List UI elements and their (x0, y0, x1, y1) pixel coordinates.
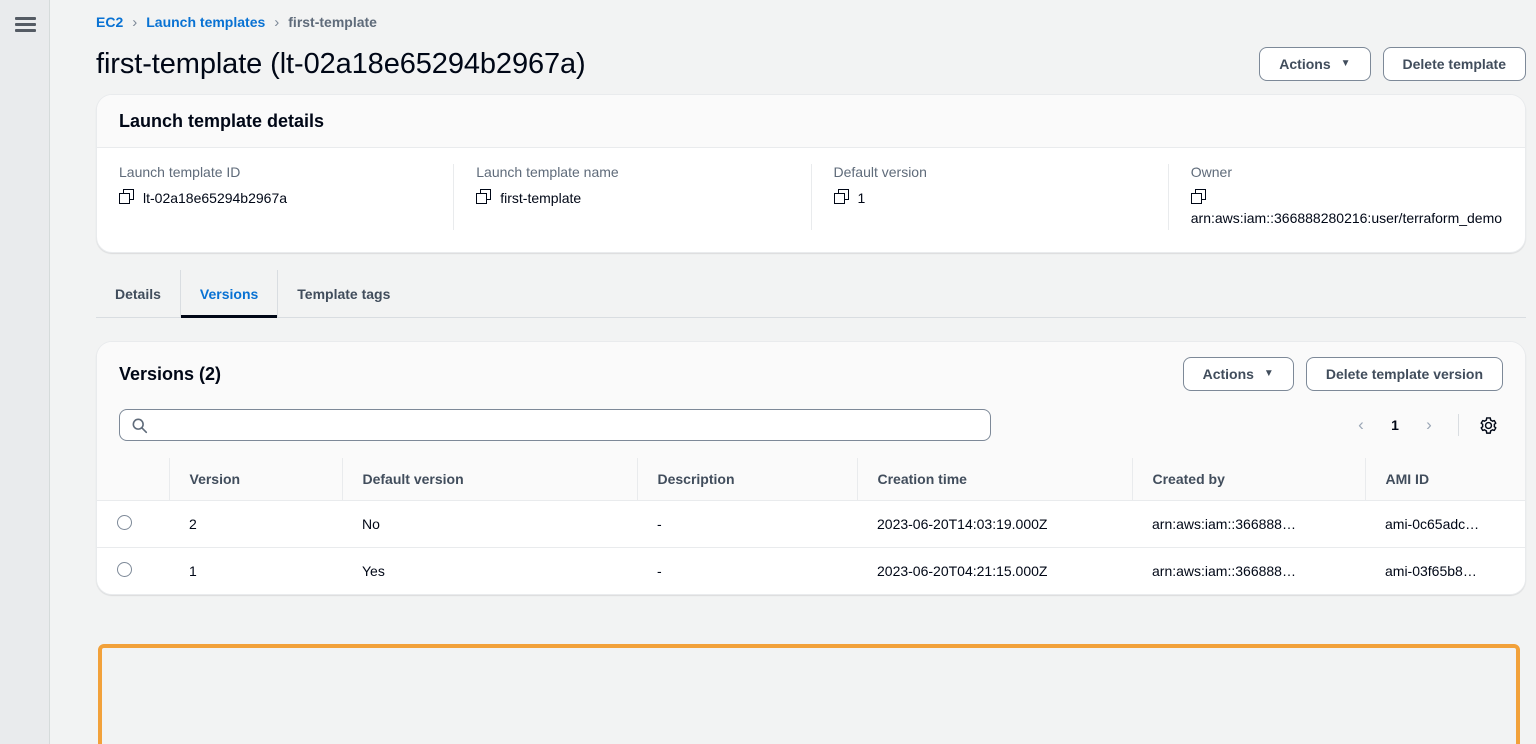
main-content: EC2 › Launch templates › first-template … (50, 0, 1536, 744)
copy-icon[interactable] (1190, 189, 1206, 204)
pagination-page-1[interactable]: 1 (1382, 410, 1408, 440)
details-card-header: Launch template details (97, 95, 1525, 148)
row-select-cell (97, 548, 169, 595)
detail-value: arn:aws:iam::366888280216:user/terraform… (1190, 187, 1503, 230)
column-header-ami-id[interactable]: AMI ID (1364, 458, 1525, 501)
cell-creation-time: 2023-06-20T14:03:19.000Z (857, 500, 1132, 548)
pagination-prev-icon[interactable]: ‹ (1346, 410, 1376, 440)
detail-value-text: 1 (857, 190, 866, 206)
row-radio-button[interactable] (117, 562, 132, 577)
delete-template-version-button[interactable]: Delete template version (1305, 357, 1503, 391)
cell-version: 1 (189, 563, 197, 579)
left-nav-rail (0, 0, 50, 744)
row-select-cell (97, 500, 169, 548)
pagination-next-icon[interactable]: › (1414, 410, 1444, 440)
gear-icon[interactable] (1473, 410, 1503, 440)
cell-created-by: arn:aws:iam::366888… (1132, 500, 1365, 548)
breadcrumb-item-ec2[interactable]: EC2 (96, 14, 123, 30)
actions-button-label: Actions (1279, 56, 1331, 72)
copy-icon[interactable] (833, 189, 849, 204)
pagination-divider (1458, 414, 1459, 436)
cell-description: - (637, 500, 857, 548)
table-row[interactable]: 1 Yes - 2023-06-20T04:21:15.000Z arn:aws… (97, 548, 1525, 595)
chevron-down-icon: ▼ (1263, 368, 1274, 379)
details-field-grid: Launch template ID lt-02a18e65294b2967a … (97, 148, 1525, 252)
copy-icon[interactable] (476, 189, 492, 204)
detail-value: first-template (476, 187, 788, 210)
row-radio-button[interactable] (117, 515, 132, 530)
table-row[interactable]: 2 No - 2023-06-20T14:03:19.000Z arn:aws:… (97, 500, 1525, 548)
breadcrumb-item-current: first-template (288, 14, 377, 30)
tab-versions[interactable]: Versions (180, 270, 279, 318)
versions-actions-button[interactable]: Actions ▼ (1182, 357, 1294, 391)
launch-template-details-card: Launch template details Launch template … (96, 94, 1526, 253)
page-header-actions: Actions ▼ Delete template (1259, 47, 1526, 81)
detail-label: Launch template ID (119, 164, 241, 180)
detail-label: Default version (833, 164, 927, 180)
breadcrumb-separator-icon: › (132, 13, 138, 31)
delete-template-button[interactable]: Delete template (1382, 47, 1526, 81)
detail-value: lt-02a18e65294b2967a (119, 187, 431, 210)
cell-description: - (657, 563, 662, 579)
detail-field-default-version: Default version 1 (812, 164, 1169, 230)
column-header-select (97, 458, 169, 501)
detail-value-text: arn:aws:iam::366888280216:user/terraform… (1190, 210, 1503, 226)
detail-value-text: first-template (500, 190, 582, 206)
versions-title: Versions (2) (119, 363, 222, 384)
detail-field-launch-template-name: Launch template name first-template (454, 164, 812, 230)
pagination: ‹ 1 › (1346, 410, 1503, 440)
hamburger-menu-icon[interactable] (15, 17, 36, 32)
column-header-default-version[interactable]: Default version (341, 458, 637, 501)
detail-label: Launch template name (476, 164, 619, 180)
detail-value-text: lt-02a18e65294b2967a (143, 190, 288, 206)
breadcrumb-separator-icon: › (274, 13, 280, 31)
detail-field-owner: Owner arn:aws:iam::366888280216:user/ter… (1169, 164, 1525, 230)
cell-created-by: arn:aws:iam::366888… (1152, 563, 1296, 579)
details-card-title: Launch template details (119, 111, 325, 131)
breadcrumb-item-launch-templates[interactable]: Launch templates (146, 14, 265, 30)
column-header-creation-time[interactable]: Creation time (856, 458, 1132, 501)
tab-template-tags[interactable]: Template tags (278, 270, 409, 317)
versions-filter-row: ‹ 1 › (119, 391, 1503, 458)
cell-ami-id: ami-0c65adc… (1365, 500, 1525, 548)
cell-default-version: Yes (362, 563, 385, 579)
search-box[interactable] (119, 409, 991, 441)
detail-field-launch-template-id: Launch template ID lt-02a18e65294b2967a (97, 164, 455, 230)
detail-value: 1 (833, 187, 1146, 210)
versions-table: Version Default version Description Crea… (97, 458, 1525, 594)
page-root: EC2 › Launch templates › first-template … (0, 0, 1536, 744)
cell-creation-time: 2023-06-20T04:21:15.000Z (877, 563, 1048, 579)
page-title: first-template (lt-02a18e65294b2967a) (96, 47, 586, 80)
cell-version: 2 (169, 500, 342, 548)
column-header-version[interactable]: Version (168, 458, 342, 501)
actions-button[interactable]: Actions ▼ (1259, 47, 1371, 81)
cell-ami-id: ami-03f65b8… (1385, 563, 1477, 579)
breadcrumb: EC2 › Launch templates › first-template (96, 0, 1526, 34)
copy-icon[interactable] (119, 189, 134, 204)
versions-card-header: Versions (2) Actions ▼ Delete template v… (97, 342, 1525, 458)
detail-label: Owner (1190, 164, 1232, 180)
column-header-description[interactable]: Description (636, 458, 857, 501)
page-header: first-template (lt-02a18e65294b2967a) Ac… (96, 34, 1526, 94)
cell-default-version: No (342, 500, 637, 548)
search-input[interactable] (120, 410, 990, 440)
versions-actions-label: Actions (1202, 366, 1254, 382)
versions-card: Versions (2) Actions ▼ Delete template v… (96, 341, 1526, 595)
search-icon (131, 417, 148, 439)
tab-bar: Details Versions Template tags (96, 270, 1526, 318)
table-header-row: Version Default version Description Crea… (97, 458, 1525, 501)
versions-header-actions: Actions ▼ Delete template version (1182, 357, 1503, 391)
column-header-created-by[interactable]: Created by (1131, 458, 1365, 501)
versions-header-row: Versions (2) Actions ▼ Delete template v… (119, 357, 1503, 391)
chevron-down-icon: ▼ (1340, 58, 1351, 69)
tab-details[interactable]: Details (96, 270, 181, 317)
